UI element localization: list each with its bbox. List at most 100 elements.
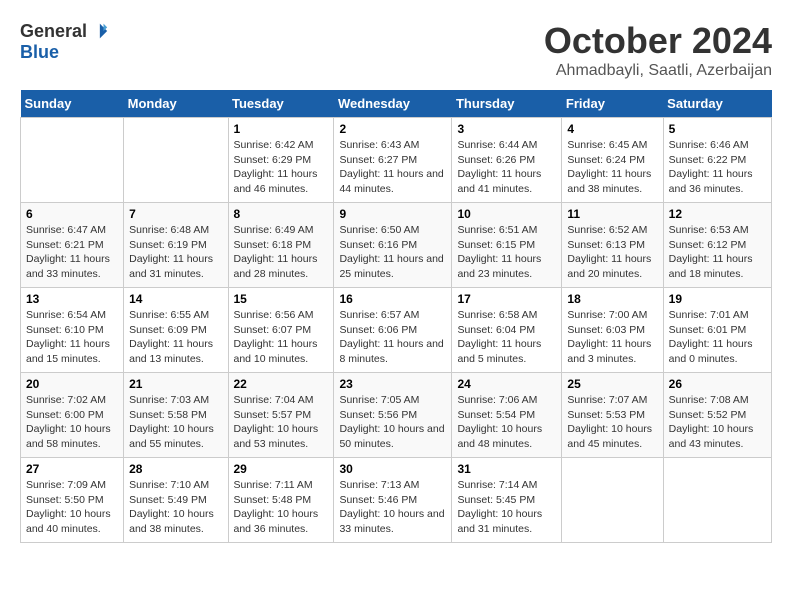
day-info: Sunrise: 7:09 AM Sunset: 5:50 PM Dayligh… bbox=[26, 478, 118, 537]
day-number: 30 bbox=[339, 462, 446, 476]
day-info: Sunrise: 6:50 AM Sunset: 6:16 PM Dayligh… bbox=[339, 223, 446, 282]
day-number: 28 bbox=[129, 462, 222, 476]
calendar-cell: 10 Sunrise: 6:51 AM Sunset: 6:15 PM Dayli… bbox=[452, 203, 562, 288]
day-info: Sunrise: 6:51 AM Sunset: 6:15 PM Dayligh… bbox=[457, 223, 556, 282]
day-number: 29 bbox=[234, 462, 329, 476]
day-number: 3 bbox=[457, 122, 556, 136]
day-number: 1 bbox=[234, 122, 329, 136]
title-block: October 2024 Ahmadbayli, Saatli, Azerbai… bbox=[544, 20, 772, 80]
day-number: 2 bbox=[339, 122, 446, 136]
calendar-cell: 29 Sunrise: 7:11 AM Sunset: 5:48 PM Dayli… bbox=[228, 458, 334, 543]
location-subtitle: Ahmadbayli, Saatli, Azerbaijan bbox=[544, 62, 772, 80]
day-info: Sunrise: 7:00 AM Sunset: 6:03 PM Dayligh… bbox=[567, 308, 657, 367]
day-info: Sunrise: 6:49 AM Sunset: 6:18 PM Dayligh… bbox=[234, 223, 329, 282]
day-number: 7 bbox=[129, 207, 222, 221]
calendar-cell: 6Sunrise: 6:47 AM Sunset: 6:21 PM Daylig… bbox=[21, 203, 124, 288]
calendar-cell: 18 Sunrise: 7:00 AM Sunset: 6:03 PM Dayli… bbox=[562, 288, 663, 373]
day-info: Sunrise: 6:53 AM Sunset: 6:12 PM Dayligh… bbox=[669, 223, 766, 282]
page-header: General Blue October 2024 Ahmadbayli, Sa… bbox=[20, 20, 772, 80]
calendar-cell bbox=[21, 118, 124, 203]
day-number: 15 bbox=[234, 292, 329, 306]
day-info: Sunrise: 7:08 AM Sunset: 5:52 PM Dayligh… bbox=[669, 393, 766, 452]
calendar-cell: 4 Sunrise: 6:45 AM Sunset: 6:24 PM Daylig… bbox=[562, 118, 663, 203]
calendar-cell: 30 Sunrise: 7:13 AM Sunset: 5:46 PM Dayli… bbox=[334, 458, 452, 543]
day-info: Sunrise: 7:06 AM Sunset: 5:54 PM Dayligh… bbox=[457, 393, 556, 452]
calendar-cell bbox=[663, 458, 771, 543]
calendar-cell: 19 Sunrise: 7:01 AM Sunset: 6:01 PM Dayli… bbox=[663, 288, 771, 373]
day-number: 24 bbox=[457, 377, 556, 391]
calendar-cell: 12 Sunrise: 6:53 AM Sunset: 6:12 PM Dayli… bbox=[663, 203, 771, 288]
day-number: 27 bbox=[26, 462, 118, 476]
day-info: Sunrise: 7:01 AM Sunset: 6:01 PM Dayligh… bbox=[669, 308, 766, 367]
day-info: Sunrise: 7:02 AM Sunset: 6:00 PM Dayligh… bbox=[26, 393, 118, 452]
calendar-cell bbox=[124, 118, 228, 203]
calendar-cell: 28 Sunrise: 7:10 AM Sunset: 5:49 PM Dayli… bbox=[124, 458, 228, 543]
calendar-cell: 7 Sunrise: 6:48 AM Sunset: 6:19 PM Daylig… bbox=[124, 203, 228, 288]
calendar-cell: 8Sunrise: 6:49 AM Sunset: 6:18 PM Daylig… bbox=[228, 203, 334, 288]
day-number: 5 bbox=[669, 122, 766, 136]
logo: General Blue bbox=[20, 20, 109, 63]
day-info: Sunrise: 7:10 AM Sunset: 5:49 PM Dayligh… bbox=[129, 478, 222, 537]
calendar-cell: 31Sunrise: 7:14 AM Sunset: 5:45 PM Dayli… bbox=[452, 458, 562, 543]
logo-general-text: General bbox=[20, 21, 87, 42]
day-number: 23 bbox=[339, 377, 446, 391]
calendar-cell: 3 Sunrise: 6:44 AM Sunset: 6:26 PM Daylig… bbox=[452, 118, 562, 203]
weekday-header-wednesday: Wednesday bbox=[334, 90, 452, 118]
day-number: 21 bbox=[129, 377, 222, 391]
day-number: 12 bbox=[669, 207, 766, 221]
day-number: 17 bbox=[457, 292, 556, 306]
calendar-week-row: 20 Sunrise: 7:02 AM Sunset: 6:00 PM Dayli… bbox=[21, 373, 772, 458]
day-number: 10 bbox=[457, 207, 556, 221]
weekday-header-row: SundayMondayTuesdayWednesdayThursdayFrid… bbox=[21, 90, 772, 118]
logo-icon bbox=[87, 20, 109, 42]
day-info: Sunrise: 7:13 AM Sunset: 5:46 PM Dayligh… bbox=[339, 478, 446, 537]
day-info: Sunrise: 6:56 AM Sunset: 6:07 PM Dayligh… bbox=[234, 308, 329, 367]
day-info: Sunrise: 6:45 AM Sunset: 6:24 PM Dayligh… bbox=[567, 138, 657, 197]
day-number: 4 bbox=[567, 122, 657, 136]
day-info: Sunrise: 6:44 AM Sunset: 6:26 PM Dayligh… bbox=[457, 138, 556, 197]
calendar-week-row: 6Sunrise: 6:47 AM Sunset: 6:21 PM Daylig… bbox=[21, 203, 772, 288]
day-number: 19 bbox=[669, 292, 766, 306]
day-number: 14 bbox=[129, 292, 222, 306]
weekday-header-tuesday: Tuesday bbox=[228, 90, 334, 118]
calendar-cell: 22Sunrise: 7:04 AM Sunset: 5:57 PM Dayli… bbox=[228, 373, 334, 458]
day-info: Sunrise: 6:52 AM Sunset: 6:13 PM Dayligh… bbox=[567, 223, 657, 282]
calendar-cell: 24 Sunrise: 7:06 AM Sunset: 5:54 PM Dayli… bbox=[452, 373, 562, 458]
calendar-week-row: 13Sunrise: 6:54 AM Sunset: 6:10 PM Dayli… bbox=[21, 288, 772, 373]
day-number: 11 bbox=[567, 207, 657, 221]
calendar-week-row: 1Sunrise: 6:42 AM Sunset: 6:29 PM Daylig… bbox=[21, 118, 772, 203]
day-number: 31 bbox=[457, 462, 556, 476]
calendar-cell: 5 Sunrise: 6:46 AM Sunset: 6:22 PM Daylig… bbox=[663, 118, 771, 203]
calendar-week-row: 27 Sunrise: 7:09 AM Sunset: 5:50 PM Dayli… bbox=[21, 458, 772, 543]
logo-blue-text: Blue bbox=[20, 42, 59, 63]
day-info: Sunrise: 7:11 AM Sunset: 5:48 PM Dayligh… bbox=[234, 478, 329, 537]
weekday-header-saturday: Saturday bbox=[663, 90, 771, 118]
calendar-cell: 9 Sunrise: 6:50 AM Sunset: 6:16 PM Daylig… bbox=[334, 203, 452, 288]
day-number: 25 bbox=[567, 377, 657, 391]
day-info: Sunrise: 7:03 AM Sunset: 5:58 PM Dayligh… bbox=[129, 393, 222, 452]
calendar-cell: 15 Sunrise: 6:56 AM Sunset: 6:07 PM Dayli… bbox=[228, 288, 334, 373]
calendar-cell: 21 Sunrise: 7:03 AM Sunset: 5:58 PM Dayli… bbox=[124, 373, 228, 458]
calendar-cell: 20 Sunrise: 7:02 AM Sunset: 6:00 PM Dayli… bbox=[21, 373, 124, 458]
day-number: 22 bbox=[234, 377, 329, 391]
weekday-header-monday: Monday bbox=[124, 90, 228, 118]
calendar-cell: 14 Sunrise: 6:55 AM Sunset: 6:09 PM Dayli… bbox=[124, 288, 228, 373]
day-info: Sunrise: 6:57 AM Sunset: 6:06 PM Dayligh… bbox=[339, 308, 446, 367]
day-info: Sunrise: 6:48 AM Sunset: 6:19 PM Dayligh… bbox=[129, 223, 222, 282]
calendar-cell: 1Sunrise: 6:42 AM Sunset: 6:29 PM Daylig… bbox=[228, 118, 334, 203]
weekday-header-sunday: Sunday bbox=[21, 90, 124, 118]
day-info: Sunrise: 7:07 AM Sunset: 5:53 PM Dayligh… bbox=[567, 393, 657, 452]
day-number: 26 bbox=[669, 377, 766, 391]
calendar-cell: 16 Sunrise: 6:57 AM Sunset: 6:06 PM Dayli… bbox=[334, 288, 452, 373]
day-number: 20 bbox=[26, 377, 118, 391]
calendar-cell: 17Sunrise: 6:58 AM Sunset: 6:04 PM Dayli… bbox=[452, 288, 562, 373]
calendar-cell: 27 Sunrise: 7:09 AM Sunset: 5:50 PM Dayli… bbox=[21, 458, 124, 543]
page-title: October 2024 bbox=[544, 20, 772, 62]
day-number: 9 bbox=[339, 207, 446, 221]
day-info: Sunrise: 6:46 AM Sunset: 6:22 PM Dayligh… bbox=[669, 138, 766, 197]
day-number: 13 bbox=[26, 292, 118, 306]
day-info: Sunrise: 6:55 AM Sunset: 6:09 PM Dayligh… bbox=[129, 308, 222, 367]
day-info: Sunrise: 7:05 AM Sunset: 5:56 PM Dayligh… bbox=[339, 393, 446, 452]
day-number: 16 bbox=[339, 292, 446, 306]
day-number: 18 bbox=[567, 292, 657, 306]
